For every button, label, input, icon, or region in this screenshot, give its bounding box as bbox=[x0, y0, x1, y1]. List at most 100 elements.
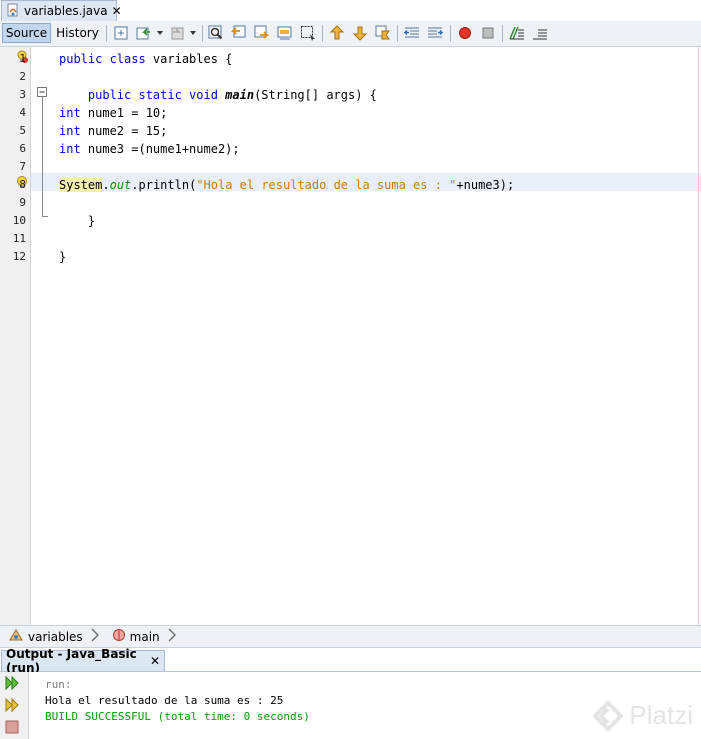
output-tab-strip: Output - Java_Basic (run) ✕ bbox=[0, 647, 701, 675]
previous-bookmark-icon[interactable] bbox=[329, 25, 345, 41]
code-line: int nume1 = 10; bbox=[59, 104, 167, 122]
stop-macro-recording-icon[interactable] bbox=[480, 25, 496, 41]
breadcrumb-method-label: main bbox=[129, 629, 160, 644]
toolbar-separator bbox=[202, 25, 203, 42]
code-token: int bbox=[59, 106, 81, 120]
forward-icon[interactable] bbox=[170, 25, 186, 41]
start-macro-recording-icon[interactable] bbox=[457, 25, 473, 41]
chevron-down-icon[interactable] bbox=[155, 25, 165, 41]
code-line: public class variables { bbox=[59, 50, 232, 68]
line-number: 2 bbox=[19, 70, 26, 83]
chevron-right-icon bbox=[91, 628, 100, 646]
fold-guide-end bbox=[42, 216, 48, 217]
output-tab-label: Output - Java_Basic (run) bbox=[6, 647, 137, 675]
rectangular-selection-icon[interactable] bbox=[300, 25, 316, 41]
code-token: +nume3); bbox=[456, 178, 515, 192]
code-line: int nume3 =(nume1+nume2); bbox=[59, 140, 240, 158]
rerun-with-options-icon[interactable] bbox=[4, 697, 20, 716]
stop-icon[interactable] bbox=[5, 720, 19, 737]
code-token: "Hola el resultado de la suma es : " bbox=[196, 178, 457, 192]
toolbar-separator bbox=[106, 25, 107, 42]
file-tab-label: variables.java bbox=[24, 4, 108, 18]
line-number-gutter: 1 2 3 4 5 6 7 8 9 10 11 12 bbox=[0, 47, 31, 625]
code-token: } bbox=[59, 214, 96, 228]
rerun-icon[interactable] bbox=[4, 675, 20, 694]
find-next-icon[interactable] bbox=[254, 25, 270, 41]
output-action-bar bbox=[0, 672, 29, 739]
navigation-breadcrumb: variables main bbox=[0, 625, 701, 648]
line-number: 6 bbox=[19, 142, 26, 155]
code-token: . bbox=[102, 178, 110, 192]
line-number: 4 bbox=[19, 106, 26, 119]
code-token: int bbox=[59, 124, 81, 138]
history-view-button[interactable]: History bbox=[54, 23, 101, 43]
chevron-down-icon[interactable] bbox=[188, 25, 198, 41]
platzi-watermark: Platzi bbox=[593, 700, 693, 731]
shift-left-icon[interactable] bbox=[404, 25, 420, 41]
code-token: variables { bbox=[152, 52, 233, 66]
next-bookmark-icon[interactable] bbox=[352, 25, 368, 41]
close-output-icon[interactable]: ✕ bbox=[150, 654, 160, 668]
toolbar-separator bbox=[450, 25, 451, 42]
breadcrumb-class[interactable]: variables bbox=[8, 628, 100, 646]
code-token: System bbox=[59, 178, 103, 192]
file-tab-variables-java[interactable]: variables.java ✕ bbox=[1, 0, 122, 21]
code-line: System.out.println("Hola el resultado de… bbox=[59, 176, 514, 194]
code-token: } bbox=[59, 250, 67, 264]
output-tab[interactable]: Output - Java_Basic (run) ✕ bbox=[1, 647, 165, 675]
uncomment-icon[interactable] bbox=[532, 25, 548, 41]
fold-collapse-icon[interactable] bbox=[37, 87, 47, 97]
code-token: int bbox=[59, 142, 81, 156]
code-line: } bbox=[59, 248, 66, 266]
toggle-highlight-icon[interactable] bbox=[277, 25, 293, 41]
method-icon bbox=[112, 628, 126, 645]
editor-toolbar: Source History bbox=[0, 21, 701, 47]
breadcrumb-method[interactable]: main bbox=[112, 628, 177, 646]
editor-tab-strip: variables.java ✕ bbox=[0, 0, 701, 22]
shift-right-icon[interactable] bbox=[427, 25, 443, 41]
code-token: out bbox=[109, 178, 132, 192]
find-previous-icon[interactable] bbox=[231, 25, 247, 41]
line-number: 9 bbox=[19, 196, 26, 209]
output-line: BUILD SUCCESSFUL (total time: 0 seconds) bbox=[45, 710, 310, 723]
line-number: 3 bbox=[19, 88, 26, 101]
toolbar-separator bbox=[322, 25, 323, 42]
output-console[interactable]: run: Hola el resultado de la suma es : 25… bbox=[29, 672, 701, 739]
line-number: 7 bbox=[19, 160, 26, 173]
java-file-icon bbox=[6, 3, 20, 20]
close-tab-icon[interactable]: ✕ bbox=[112, 5, 122, 17]
toggle-bookmark-icon[interactable] bbox=[375, 25, 391, 41]
code-token: public class bbox=[59, 52, 153, 66]
line-number: 1 bbox=[19, 52, 26, 65]
right-margin-line bbox=[698, 47, 699, 625]
line-number: 8 bbox=[19, 178, 26, 191]
source-view-button[interactable]: Source bbox=[2, 23, 51, 43]
fold-guide bbox=[42, 97, 43, 217]
output-line: Hola el resultado de la suma es : 25 bbox=[45, 694, 284, 707]
line-number: 11 bbox=[12, 232, 26, 245]
class-icon bbox=[8, 628, 24, 645]
toolbar-separator bbox=[502, 25, 503, 42]
output-line: run: bbox=[45, 678, 72, 691]
line-number: 10 bbox=[12, 214, 26, 227]
chevron-right-icon bbox=[168, 628, 177, 646]
line-number: 12 bbox=[12, 250, 26, 263]
comment-icon[interactable] bbox=[509, 25, 525, 41]
toolbar-separator bbox=[397, 25, 398, 42]
platzi-logo-icon bbox=[593, 700, 624, 731]
code-token: nume1 = 10; bbox=[80, 106, 168, 120]
back-icon[interactable] bbox=[136, 25, 152, 41]
code-token: main bbox=[225, 88, 255, 102]
find-icon[interactable] bbox=[208, 25, 224, 41]
code-line: int nume2 = 15; bbox=[59, 122, 167, 140]
code-token: public static void bbox=[59, 88, 226, 102]
code-token: .println( bbox=[131, 178, 197, 192]
code-line: public static void main(String[] args) { bbox=[59, 86, 377, 104]
line-number: 5 bbox=[19, 124, 26, 137]
code-editor[interactable]: public class variables { public static v… bbox=[31, 47, 701, 625]
code-token: nume3 =(nume1+nume2); bbox=[80, 142, 240, 156]
breadcrumb-class-label: variables bbox=[28, 629, 83, 644]
code-line: } bbox=[59, 212, 95, 230]
watermark-text: Platzi bbox=[629, 700, 693, 730]
last-edit-icon[interactable] bbox=[113, 25, 129, 41]
